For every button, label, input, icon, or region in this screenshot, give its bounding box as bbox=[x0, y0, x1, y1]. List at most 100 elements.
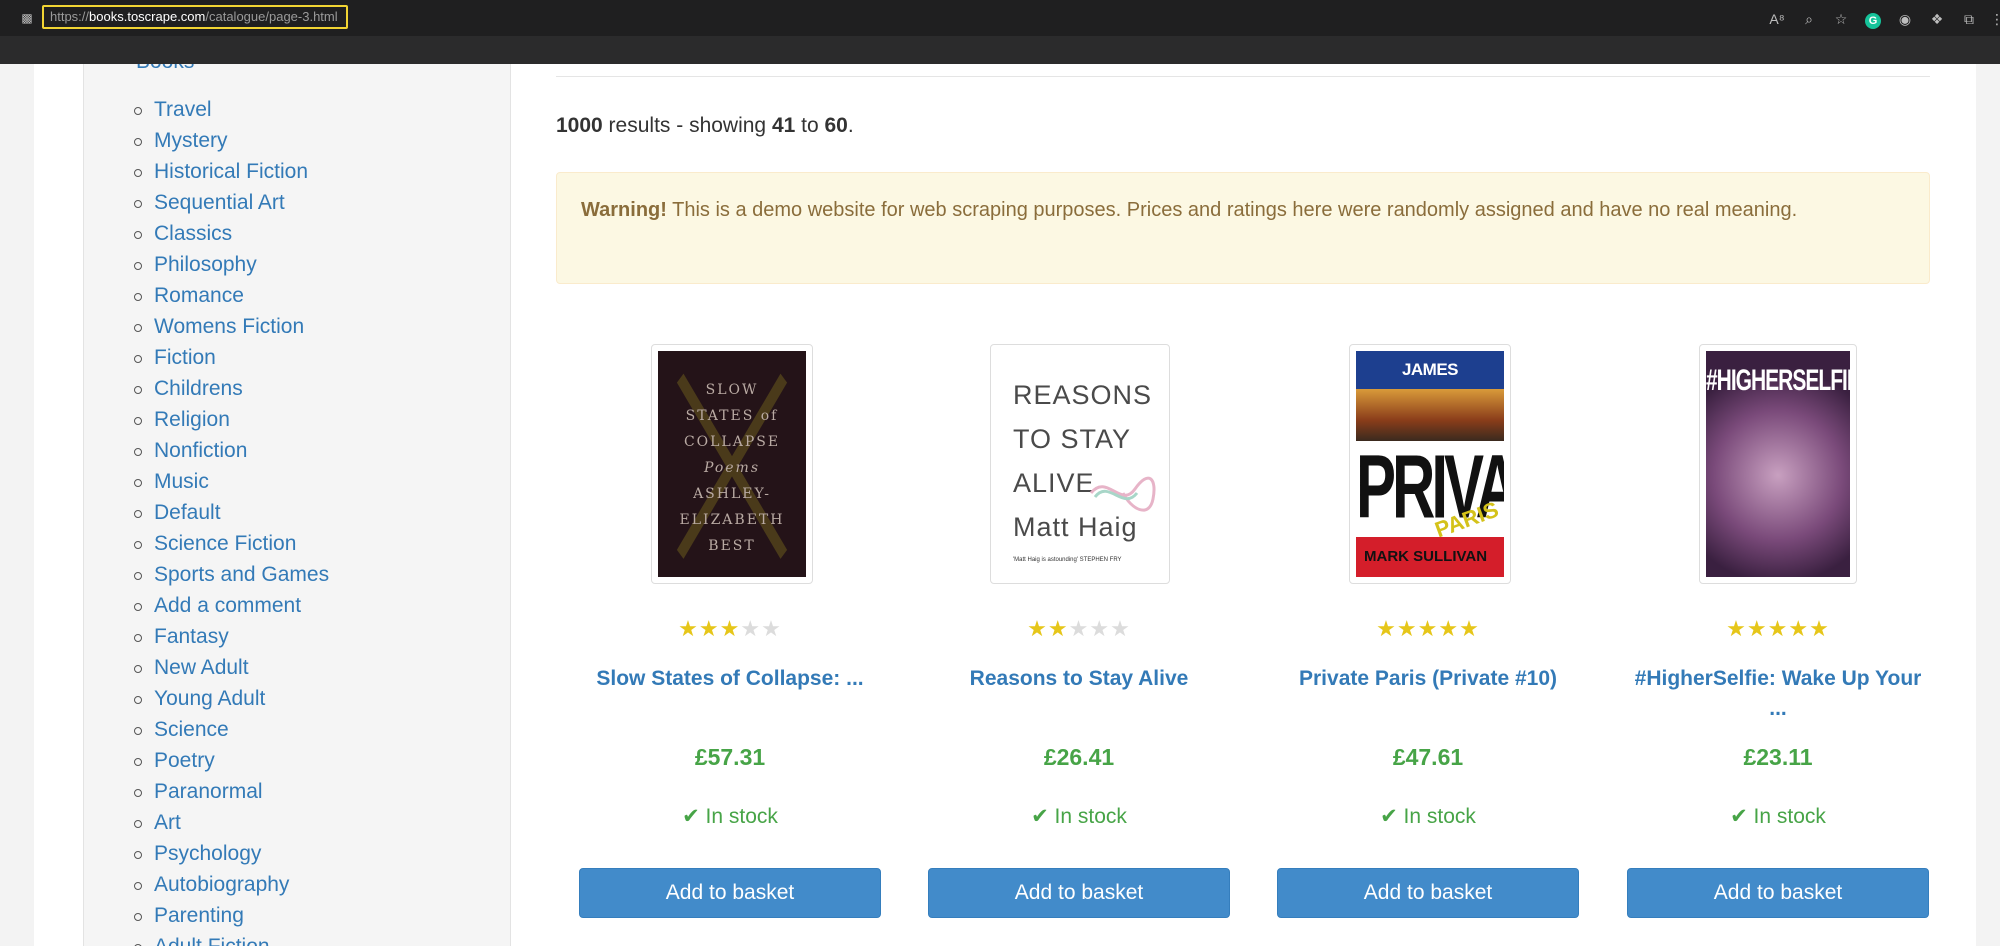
category-link[interactable]: Music bbox=[84, 466, 329, 497]
star-icon: ★ bbox=[1396, 616, 1418, 641]
cover-line: ELIZABETH bbox=[679, 512, 785, 528]
category-link[interactable]: Sequential Art bbox=[84, 187, 329, 218]
product-title-link[interactable]: #HigherSelfie: Wake Up Your ... bbox=[1627, 664, 1929, 724]
cover-line: SLOW bbox=[705, 382, 759, 398]
category-link[interactable]: Default bbox=[84, 497, 329, 528]
category-link[interactable]: Young Adult bbox=[84, 683, 329, 714]
category-link[interactable]: Childrens bbox=[84, 373, 329, 404]
books-category-link[interactable]: Books bbox=[136, 64, 194, 74]
category-list: Travel Mystery Historical Fiction Sequentia… bbox=[84, 94, 329, 946]
read-aloud-icon[interactable]: A⁸ bbox=[1766, 8, 1788, 30]
product-title-link[interactable]: Reasons to Stay Alive bbox=[928, 664, 1230, 694]
availability-text: In stock bbox=[1054, 805, 1127, 828]
more-icon[interactable]: ⋮ bbox=[1990, 8, 2000, 30]
category-link[interactable]: Mystery bbox=[84, 125, 329, 156]
category-link[interactable]: Psychology bbox=[84, 838, 329, 869]
url-scheme: https:// bbox=[50, 9, 90, 24]
extension-icon[interactable]: ◉ bbox=[1894, 8, 1916, 30]
star-icon: ★ bbox=[719, 616, 741, 641]
category-link[interactable]: Poetry bbox=[84, 745, 329, 776]
category-link[interactable]: New Adult bbox=[84, 652, 329, 683]
star-icon: ★ bbox=[1417, 616, 1439, 641]
site-info-icon[interactable]: ▩ bbox=[20, 11, 34, 25]
category-sidebar: Books TravelMysteryHistorical FictionSeq… bbox=[83, 64, 511, 946]
star-icon: ★ bbox=[1809, 616, 1830, 641]
category-link[interactable]: Womens Fiction bbox=[84, 311, 329, 342]
category-link[interactable]: Paranormal bbox=[84, 776, 329, 807]
category-link[interactable]: Romance bbox=[84, 280, 329, 311]
cover-ribbon-graphic bbox=[1089, 476, 1156, 512]
category-link[interactable]: Nonfiction bbox=[84, 435, 329, 466]
results-text: results - showing bbox=[602, 114, 772, 137]
star-icon: ★ bbox=[1376, 616, 1397, 641]
category-link[interactable]: Science Fiction bbox=[84, 528, 329, 559]
cover-text: REASONS TO STAY ALIVE Matt Haig bbox=[1013, 373, 1152, 549]
category-link[interactable]: Add a comment bbox=[84, 590, 329, 621]
star-icon: ★ bbox=[678, 616, 699, 641]
category-link[interactable]: Science bbox=[84, 714, 329, 745]
product-thumbnail[interactable]: #HIGHERSELFIE bbox=[1699, 344, 1857, 584]
star-rating: ★★★★★ bbox=[928, 616, 1230, 642]
product-title-link[interactable]: Private Paris (Private #10) bbox=[1277, 664, 1579, 694]
checkmark-icon: ✔ bbox=[1730, 805, 1748, 828]
address-bar[interactable]: https://books.toscrape.com/catalogue/pag… bbox=[42, 5, 348, 29]
product-card: REASONS TO STAY ALIVE Matt Haig 'Matt Ha… bbox=[928, 344, 1230, 944]
star-icon: ★ bbox=[1047, 616, 1069, 641]
favorite-star-icon[interactable]: ☆ bbox=[1830, 8, 1852, 30]
product-price: £47.61 bbox=[1392, 744, 1464, 770]
category-link[interactable]: Historical Fiction bbox=[84, 156, 329, 187]
cover-coauthor: MARK SULLIVAN bbox=[1356, 537, 1504, 577]
star-icon: ★ bbox=[1027, 616, 1048, 641]
cover-line: ASHLEY- bbox=[693, 486, 771, 502]
browser-action-icons: A⁸ ⌕ ☆ G ◉ ❖ ⧉ ⋮ bbox=[1766, 8, 2000, 30]
product-card: SLOW STATES of COLLAPSE Poems ASHLEY- EL… bbox=[579, 344, 881, 944]
product-title-link[interactable]: Slow States of Collapse: ... bbox=[579, 664, 881, 694]
cover-line: TO STAY bbox=[1013, 424, 1132, 454]
star-icon: ★ bbox=[1110, 616, 1131, 641]
results-text: to bbox=[795, 114, 825, 137]
star-icon: ★ bbox=[698, 616, 720, 641]
alert-text: This is a demo website for web scraping … bbox=[666, 199, 1798, 221]
cover-line: STATES of bbox=[685, 408, 779, 424]
product-thumbnail[interactable]: REASONS TO STAY ALIVE Matt Haig 'Matt Ha… bbox=[990, 344, 1170, 584]
star-icon: ★ bbox=[1438, 616, 1460, 641]
product-thumbnail[interactable]: SLOW STATES of COLLAPSE Poems ASHLEY- EL… bbox=[651, 344, 813, 584]
star-rating: ★★★★★ bbox=[1627, 616, 1929, 642]
category-link[interactable]: Parenting bbox=[84, 900, 329, 931]
category-link[interactable]: Religion bbox=[84, 404, 329, 435]
results-to: 60 bbox=[824, 114, 848, 137]
book-cover-image: JAMES PATTERSON PRIVATE PARIS MARK SULLI… bbox=[1356, 351, 1504, 577]
category-link[interactable]: Adult Fiction bbox=[84, 931, 329, 946]
category-link[interactable]: Autobiography bbox=[84, 869, 329, 900]
cover-line: COLLAPSE bbox=[683, 434, 781, 450]
availability-text: In stock bbox=[1403, 805, 1476, 828]
browser-chrome: ▩ https://books.toscrape.com/catalogue/p… bbox=[0, 0, 2000, 64]
collections-icon[interactable]: ⧉ bbox=[1958, 8, 1980, 30]
category-link[interactable]: Fantasy bbox=[84, 621, 329, 652]
star-icon: ★ bbox=[1068, 616, 1090, 641]
category-link[interactable]: Classics bbox=[84, 218, 329, 249]
category-link[interactable]: Sports and Games bbox=[84, 559, 329, 590]
category-link[interactable]: Travel bbox=[84, 94, 329, 125]
add-to-basket-button[interactable]: Add to basket bbox=[1277, 868, 1579, 918]
grammarly-extension-icon[interactable]: G bbox=[1862, 8, 1884, 30]
star-icon: ★ bbox=[740, 616, 762, 641]
star-icon: ★ bbox=[1459, 616, 1480, 641]
category-link[interactable]: Art bbox=[84, 807, 329, 838]
availability-text: In stock bbox=[705, 805, 778, 828]
main-content: 1000 results - showing 41 to 60. Warning… bbox=[556, 64, 1930, 946]
extensions-puzzle-icon[interactable]: ❖ bbox=[1926, 8, 1948, 30]
cover-line: REASONS bbox=[1013, 380, 1153, 410]
add-to-basket-button[interactable]: Add to basket bbox=[579, 868, 881, 918]
cover-text: SLOW STATES of COLLAPSE Poems ASHLEY- EL… bbox=[658, 377, 806, 559]
availability-text: In stock bbox=[1753, 805, 1826, 828]
category-link[interactable]: Fiction bbox=[84, 342, 329, 373]
zoom-icon[interactable]: ⌕ bbox=[1798, 8, 1820, 30]
cover-title: #HIGHERSELFIE bbox=[1706, 365, 1850, 398]
add-to-basket-button[interactable]: Add to basket bbox=[1627, 868, 1929, 918]
add-to-basket-button[interactable]: Add to basket bbox=[928, 868, 1230, 918]
alert-strong: Warning! bbox=[581, 199, 667, 221]
product-thumbnail[interactable]: JAMES PATTERSON PRIVATE PARIS MARK SULLI… bbox=[1349, 344, 1511, 584]
results-summary: 1000 results - showing 41 to 60. bbox=[556, 114, 854, 138]
category-link[interactable]: Philosophy bbox=[84, 249, 329, 280]
